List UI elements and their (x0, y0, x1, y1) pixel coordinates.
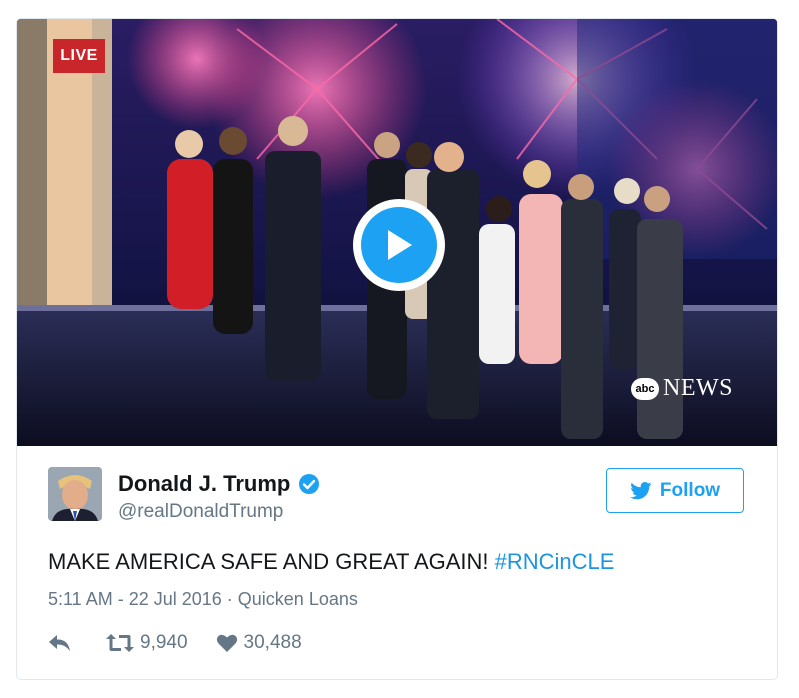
retweet-button[interactable]: 9,940 (106, 632, 188, 654)
hashtag-link[interactable]: #RNCinCLE (495, 549, 615, 574)
reply-button[interactable] (48, 633, 72, 653)
twitter-bird-icon (630, 481, 652, 499)
tweet-card: LIVE abc NEWS Donald J. Trump @realDonal… (16, 18, 778, 680)
abc-logo-mark: abc (631, 377, 659, 400)
retweet-icon (106, 634, 134, 652)
follow-button[interactable]: Follow (606, 468, 744, 513)
follow-button-label: Follow (659, 479, 721, 501)
reply-icon (49, 635, 70, 651)
verified-badge-icon (299, 474, 320, 494)
tweet-timestamp[interactable]: 5:11 AM - 22 Jul 2016 (48, 589, 222, 609)
like-button[interactable]: 30,488 (216, 632, 302, 654)
tweet-text: MAKE AMERICA SAFE AND GREAT AGAIN! #RNCi… (48, 549, 614, 575)
heart-icon (216, 634, 237, 652)
author-name[interactable]: Donald J. Trump (118, 471, 320, 497)
like-count: 30,488 (243, 632, 302, 653)
video-player[interactable]: LIVE abc NEWS (17, 19, 777, 446)
retweet-count: 9,940 (140, 632, 188, 653)
tweet-meta: 5:11 AM - 22 Jul 2016 · Quicken Loans (48, 589, 358, 610)
abc-news-logo: abc NEWS (631, 375, 733, 402)
author-name-text: Donald J. Trump (118, 471, 291, 496)
avatar[interactable] (48, 467, 102, 521)
news-logo-text: NEWS (663, 375, 733, 401)
play-button-inner (361, 207, 437, 283)
live-badge: LIVE (53, 39, 105, 73)
meta-separator: · (221, 589, 238, 609)
play-icon (388, 230, 412, 260)
tweet-body: MAKE AMERICA SAFE AND GREAT AGAIN! (48, 549, 495, 574)
tweet-actions: 9,940 30,488 (48, 629, 302, 657)
play-button[interactable] (353, 199, 445, 291)
author-handle[interactable]: @realDonaldTrump (118, 501, 283, 523)
tweet-location[interactable]: Quicken Loans (238, 589, 358, 609)
profile-photo (48, 467, 102, 521)
